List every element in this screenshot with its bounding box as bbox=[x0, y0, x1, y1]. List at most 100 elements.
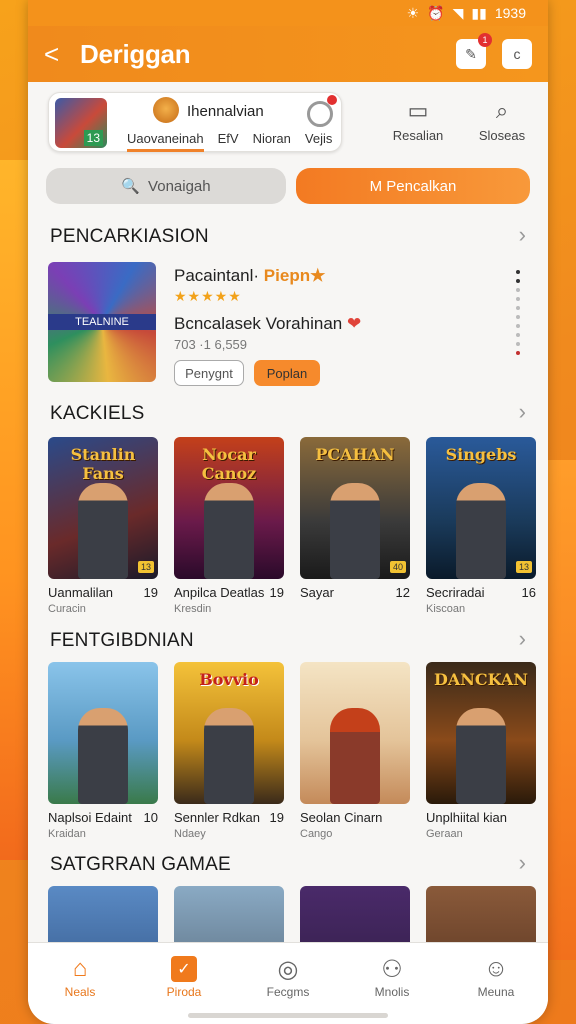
featured-cover[interactable]: TEALNINE bbox=[48, 262, 156, 382]
game-cover bbox=[48, 662, 158, 804]
game-subtitle: Cango bbox=[300, 828, 333, 840]
status-bar: ☀ ⏰ ◥ ▮▮ 1939 bbox=[28, 0, 548, 26]
status-time: 1939 bbox=[494, 5, 526, 21]
character-figure bbox=[456, 483, 506, 579]
account-icon: c bbox=[513, 46, 521, 62]
category-strip: 13 Ihennalvian Uaovaneinah EfV Nioran Ve… bbox=[48, 92, 342, 152]
game-number: 10 bbox=[143, 810, 158, 825]
nav-label: Meuna bbox=[477, 985, 515, 999]
game-card[interactable]: DANCKAN Unplhiital kian Geraan bbox=[426, 662, 536, 840]
person-icon: ⚇ bbox=[381, 955, 403, 983]
game-name: Sennler Rdkan bbox=[174, 810, 260, 825]
wifi-icon: ◥ bbox=[452, 4, 464, 21]
game-name: Seolan Cinarn bbox=[300, 810, 383, 825]
gear-icon[interactable] bbox=[307, 101, 333, 127]
game-subtitle: Kraidan bbox=[48, 828, 86, 840]
page-title: Deriggan bbox=[80, 38, 191, 69]
section-title-1: FENTGIBDNIAN bbox=[50, 630, 194, 651]
character-figure bbox=[456, 708, 506, 804]
game-card[interactable]: Stanlin Fans 13 Uanmalilan 19 Curacin bbox=[48, 437, 158, 615]
section-title-0: KACKIELS bbox=[50, 403, 145, 424]
heart-icon[interactable]: ❤ bbox=[347, 314, 361, 333]
search-input[interactable]: 🔍 Vonaigah bbox=[46, 168, 286, 204]
game-card[interactable]: Seolan Cinarn Cango bbox=[300, 662, 410, 840]
search-button[interactable]: M Pencalkan bbox=[296, 168, 530, 204]
signal-icon: ▮▮ bbox=[471, 4, 487, 21]
game-cover: Nocar Canoz bbox=[174, 437, 284, 579]
primary-button[interactable]: Poplan bbox=[254, 360, 320, 386]
bottom-nav: ⌂ Neals ✓ Piroda ◎ Fecgms ⚇ Mnolis ☺ Meu… bbox=[28, 942, 548, 1024]
game-name: Naplsoi Edaint bbox=[48, 810, 132, 825]
game-number: 19 bbox=[269, 585, 284, 600]
back-arrow-icon[interactable]: < bbox=[44, 39, 74, 70]
category-thumbnail[interactable]: 13 bbox=[55, 98, 107, 148]
nav-item-home[interactable]: ⌂ Neals bbox=[40, 953, 120, 999]
side-action-label: Resalian bbox=[392, 128, 444, 143]
game-subtitle: Kiscoan bbox=[426, 603, 466, 615]
search-icon: 🔍 bbox=[121, 178, 141, 195]
nav-label: Piroda bbox=[166, 985, 202, 999]
game-card[interactable]: Naplsoi Edaint 10 Kraidan bbox=[48, 662, 158, 840]
game-card[interactable]: PCAHAN 40 Sayar 12 bbox=[300, 437, 410, 615]
section-title-2: SATGRRAN GAMAE bbox=[50, 854, 231, 875]
home-indicator[interactable] bbox=[188, 1013, 388, 1018]
chevron-right-icon[interactable]: › bbox=[519, 222, 526, 248]
tab-0[interactable]: Uaovaneinah bbox=[127, 131, 204, 152]
game-cover: Bovvio bbox=[174, 662, 284, 804]
side-action-sloseas[interactable]: ⌕ Sloseas bbox=[462, 98, 542, 143]
nav-item-meuna[interactable]: ☺ Meuna bbox=[456, 953, 536, 999]
chevron-right-icon[interactable]: › bbox=[519, 399, 526, 425]
game-subtitle: Kresdin bbox=[174, 603, 212, 615]
thumbnail-number: 13 bbox=[83, 130, 103, 146]
game-cover: Singebs 13 bbox=[426, 437, 536, 579]
account-button[interactable]: c bbox=[502, 39, 532, 69]
home-icon: ⌂ bbox=[72, 955, 88, 982]
game-number: 19 bbox=[269, 810, 284, 825]
featured-title[interactable]: Pacaintanl· Piepn★ bbox=[174, 266, 325, 286]
game-cover: PCAHAN 40 bbox=[300, 437, 410, 579]
character-figure bbox=[330, 483, 380, 579]
category-tabs: Uaovaneinah EfV Nioran Vejis bbox=[127, 131, 332, 152]
game-subtitle: Curacin bbox=[48, 603, 86, 615]
nav-item-fecgms[interactable]: ◎ Fecgms bbox=[248, 953, 328, 1000]
scroll-indicator bbox=[516, 270, 520, 355]
section-title-featured: PENCARKIASION bbox=[50, 226, 209, 247]
nav-label: Fecgms bbox=[266, 985, 310, 999]
search-placeholder: Vonaigah bbox=[148, 177, 211, 195]
game-name: Anpilca Deatlas bbox=[174, 585, 265, 600]
featured-count: 703 ·1 6,559 bbox=[174, 337, 248, 352]
tab-3[interactable]: Vejis bbox=[305, 131, 332, 152]
game-name: Unplhiital kian bbox=[426, 810, 507, 825]
game-subtitle: Ndaey bbox=[174, 828, 206, 840]
character-figure bbox=[204, 708, 254, 804]
category-heading: Ihennalvian bbox=[187, 103, 264, 120]
featured-subtitle: Bcncalasek Vorahinan ❤ bbox=[174, 314, 362, 333]
tab-2[interactable]: Nioran bbox=[253, 131, 291, 152]
rating-stars: ★★★★★ bbox=[174, 288, 242, 304]
nav-item-piroda[interactable]: ✓ Piroda bbox=[144, 953, 224, 999]
category-avatar-icon bbox=[153, 97, 179, 123]
brightness-icon: ☀ bbox=[406, 4, 420, 21]
side-action-resalian[interactable]: ▭ Resalian bbox=[378, 98, 458, 143]
chevron-right-icon[interactable]: › bbox=[519, 626, 526, 652]
secondary-button[interactable]: Penygnt bbox=[174, 360, 244, 386]
tab-1[interactable]: EfV bbox=[218, 131, 239, 152]
game-card[interactable]: Nocar Canoz Anpilca Deatlas 19 Kresdin bbox=[174, 437, 284, 615]
game-cover: Stanlin Fans 13 bbox=[48, 437, 158, 579]
game-number: 16 bbox=[521, 585, 536, 600]
nav-label: Mnolis bbox=[374, 985, 410, 999]
game-number: 19 bbox=[143, 585, 158, 600]
chevron-right-icon[interactable]: › bbox=[519, 850, 526, 876]
notification-button[interactable]: ✎ 1 bbox=[456, 33, 492, 69]
game-card[interactable]: Singebs 13 Secriradai 16 Kiscoan bbox=[426, 437, 536, 615]
game-subtitle: Geraan bbox=[426, 828, 463, 840]
side-action-label: Sloseas bbox=[478, 128, 526, 143]
search-clock-icon: ⌕ bbox=[495, 98, 509, 123]
nav-item-mnolis[interactable]: ⚇ Mnolis bbox=[352, 953, 432, 1000]
game-card[interactable]: Bovvio Sennler Rdkan 19 Ndaey bbox=[174, 662, 284, 840]
game-number: 12 bbox=[395, 585, 410, 600]
phone-screen: ☀ ⏰ ◥ ▮▮ 1939 < Deriggan ✎ 1 c 13 Ihenna… bbox=[28, 0, 548, 1024]
alarm-icon: ⏰ bbox=[427, 4, 445, 21]
chat-icon: ◎ bbox=[277, 955, 299, 983]
notification-icon: ✎ bbox=[465, 45, 477, 62]
